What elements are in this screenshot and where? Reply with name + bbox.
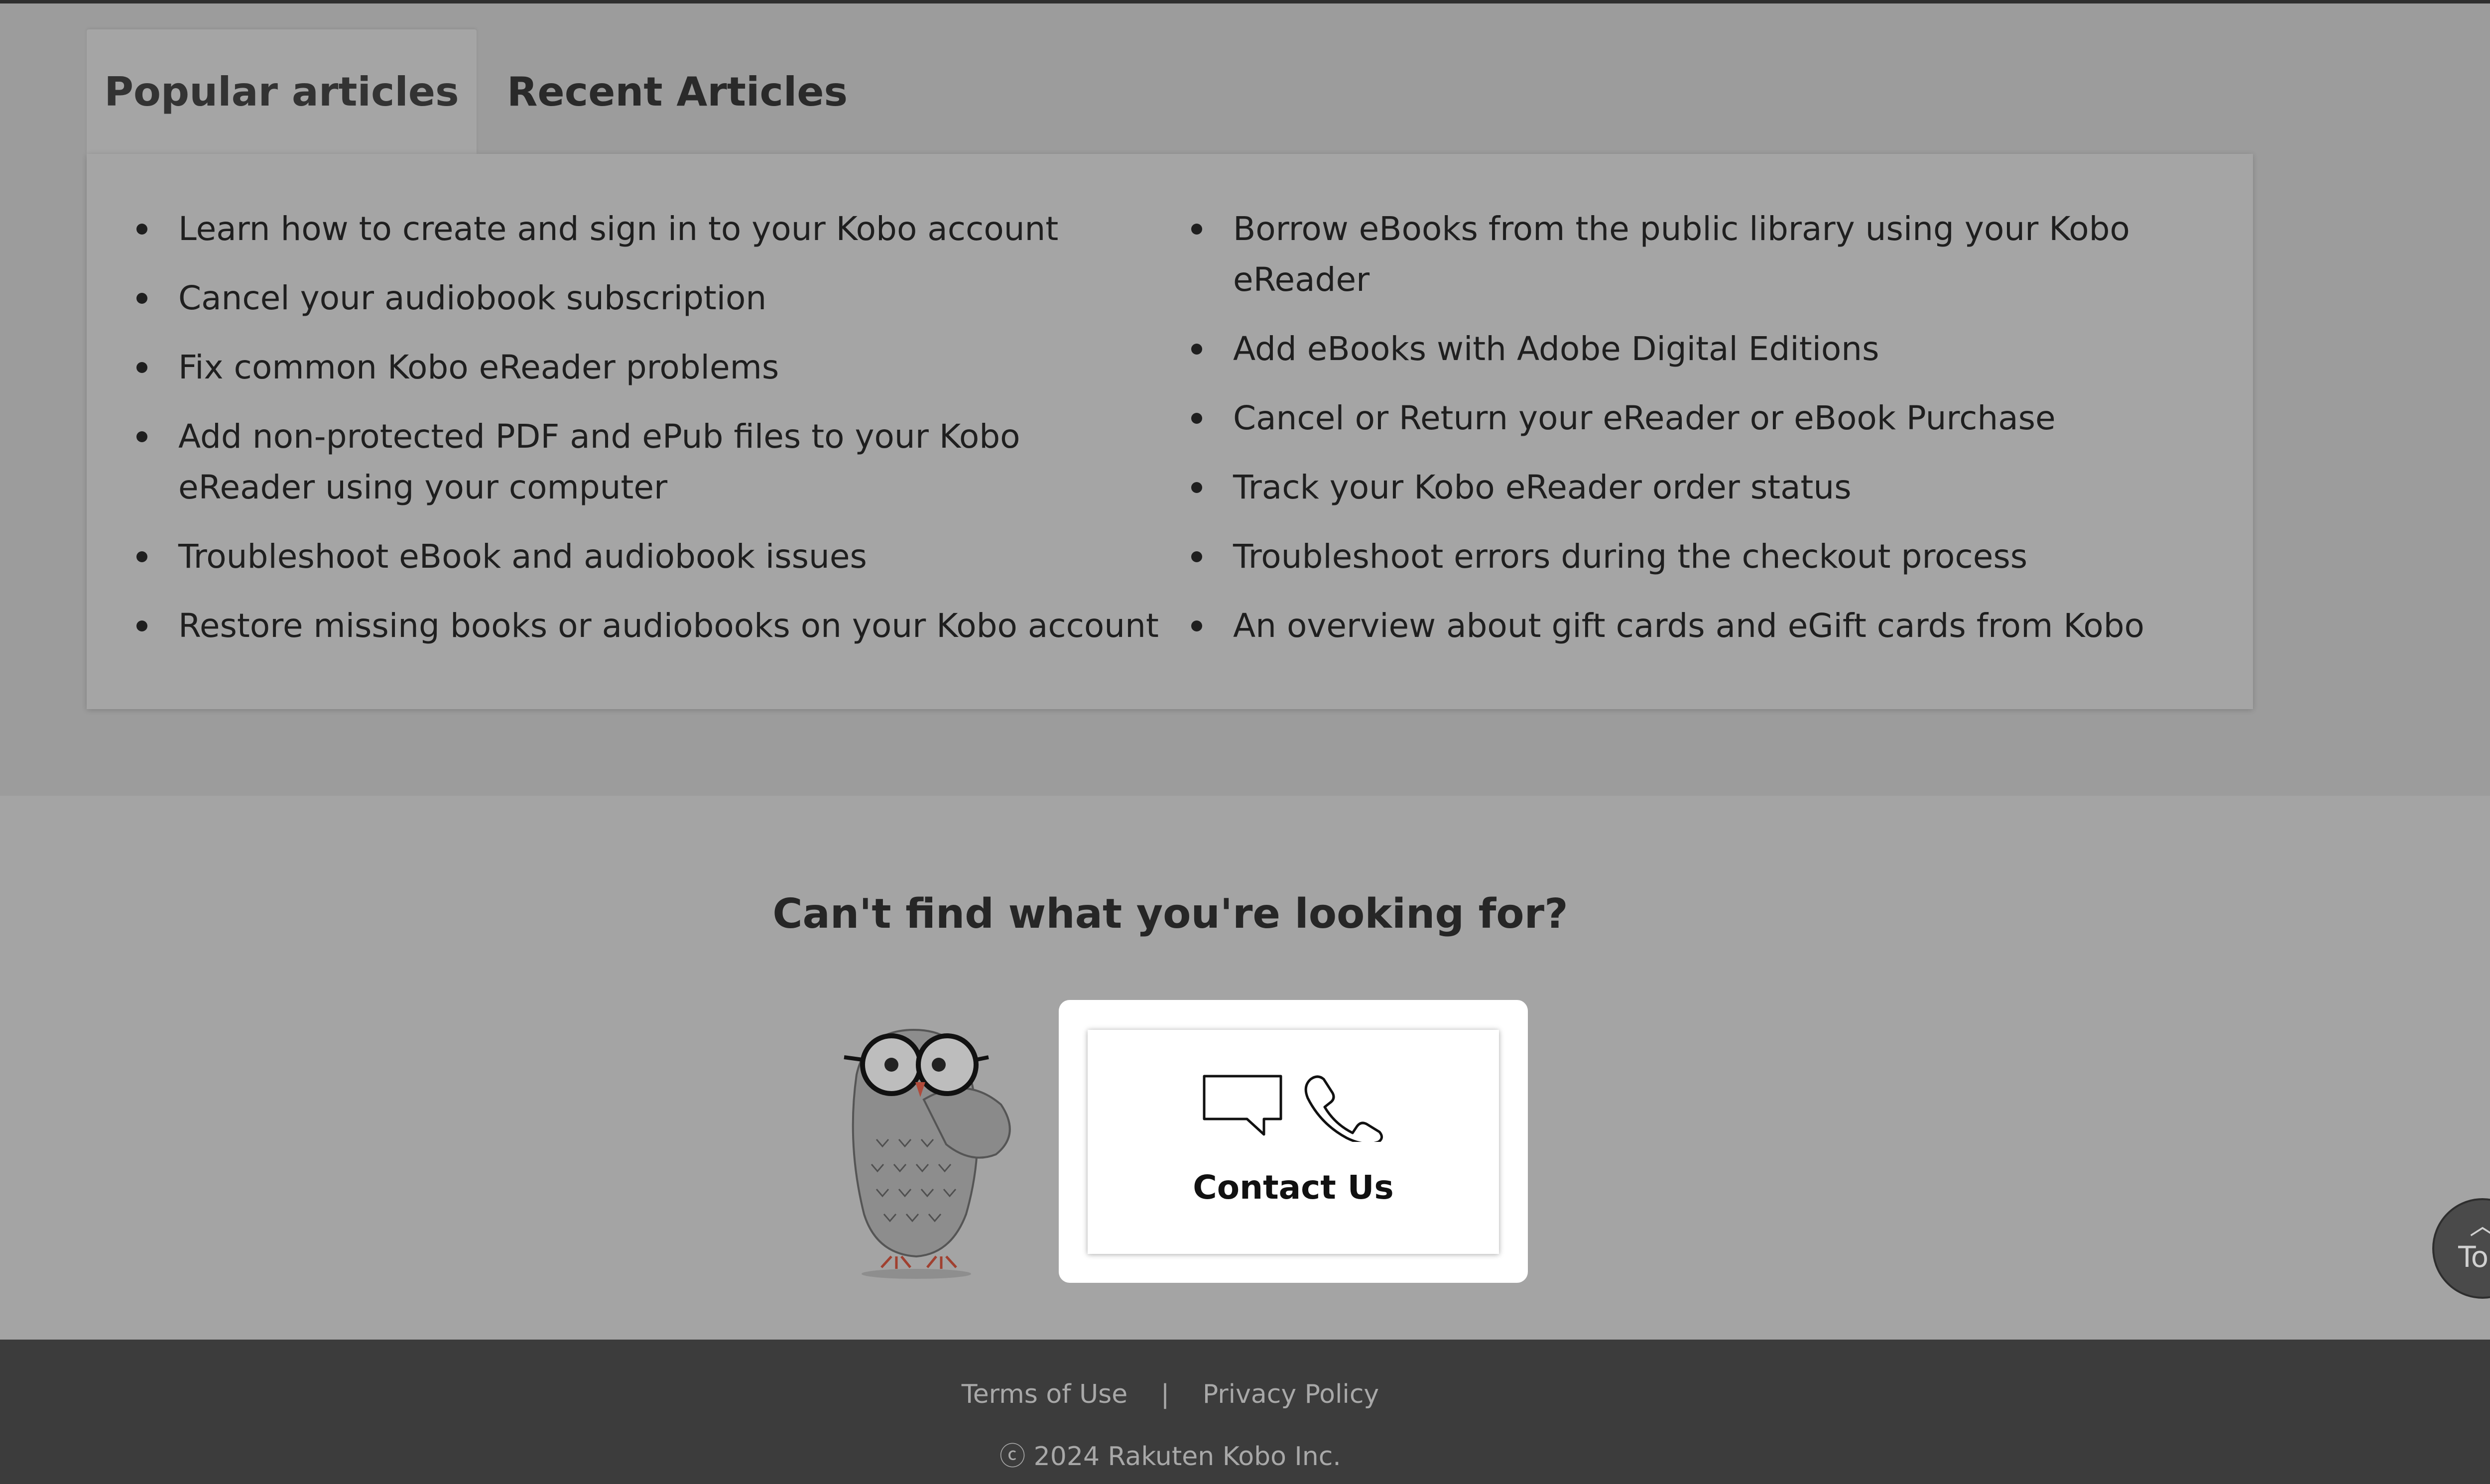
article-link[interactable]: An overview about gift cards and eGift c… <box>1191 601 2227 651</box>
terms-of-use-link[interactable]: Terms of Use <box>962 1379 1127 1409</box>
article-link[interactable]: Borrow eBooks from the public library us… <box>1191 204 2227 305</box>
articles-panel: Learn how to create and sign in to your … <box>87 154 2253 709</box>
copyright-text: ⓒ 2024 Rakuten Kobo Inc. <box>999 1442 1341 1472</box>
tab-recent-articles[interactable]: Recent Articles <box>498 29 857 154</box>
article-link[interactable]: Troubleshoot errors during the checkout … <box>1191 531 2227 582</box>
help-title: Can't find what you're looking for? <box>772 890 1568 938</box>
article-link[interactable]: Add non-protected PDF and ePub files to … <box>136 411 1162 513</box>
articles-list-right: Borrow eBooks from the public library us… <box>1191 204 2227 670</box>
articles-list-left: Learn how to create and sign in to your … <box>136 204 1162 670</box>
articles-section: Popular articles Recent Articles Learn h… <box>0 3 2490 796</box>
article-link[interactable]: Troubleshoot eBook and audiobook issues <box>136 531 1162 582</box>
help-section: Can't find what you're looking for? Cont… <box>0 796 2490 1340</box>
footer-separator: | <box>1160 1379 1170 1409</box>
article-link[interactable]: Track your Kobo eReader order status <box>1191 462 2227 513</box>
top-border <box>0 0 2490 3</box>
owl-mascot-icon <box>844 1028 1011 1279</box>
tab-popular-articles[interactable]: Popular articles <box>87 29 477 154</box>
footer-links: Terms of Use | Privacy Policy <box>0 1379 2341 1409</box>
chevron-up-icon: ︿ <box>2434 1211 2490 1241</box>
article-link[interactable]: Restore missing books or audiobooks on y… <box>136 601 1162 651</box>
article-link[interactable]: Cancel or Return your eReader or eBook P… <box>1191 393 2227 444</box>
privacy-policy-link[interactable]: Privacy Policy <box>1203 1379 1379 1409</box>
contact-icons <box>1088 1072 1499 1142</box>
contact-us-label: Contact Us <box>1193 1168 1394 1207</box>
article-link[interactable]: Add eBooks with Adobe Digital Editions <box>1191 324 2227 374</box>
article-link[interactable]: Fix common Kobo eReader problems <box>136 342 1162 393</box>
article-link[interactable]: Learn how to create and sign in to your … <box>136 204 1162 254</box>
contact-us-button[interactable]: Contact Us <box>1088 1030 1499 1254</box>
contact-card[interactable]: Contact Us <box>1059 1000 1528 1283</box>
back-to-top-label: Top <box>2458 1240 2490 1274</box>
footer: Terms of Use | Privacy Policy ⓒ 2024 Rak… <box>0 1340 2490 1484</box>
chat-bubble-icon <box>1203 1075 1282 1136</box>
article-link[interactable]: Cancel your audiobook subscription <box>136 273 1162 324</box>
phone-icon <box>1304 1075 1383 1142</box>
